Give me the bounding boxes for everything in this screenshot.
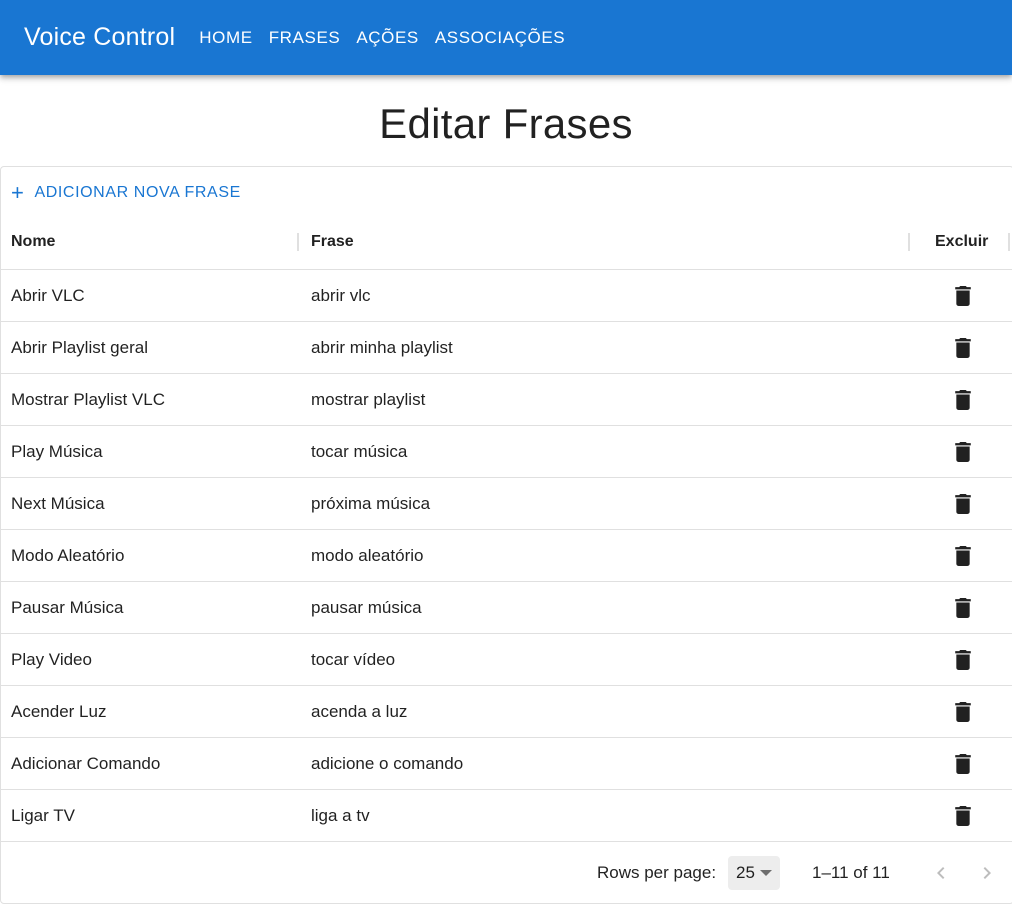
trash-icon[interactable] [954,286,972,306]
cell-frase[interactable]: tocar vídeo [311,634,395,685]
table-row[interactable]: Play Video tocar vídeo [1,634,1012,686]
column-header-nome[interactable]: Nome [11,215,55,269]
app-brand[interactable]: Voice Control [24,25,175,50]
cell-nome[interactable]: Adicionar Comando [11,738,160,789]
cell-nome[interactable]: Play Música [11,426,103,477]
column-separator[interactable] [1008,233,1010,251]
cell-nome[interactable]: Modo Aleatório [11,530,124,581]
cell-nome[interactable]: Next Música [11,478,105,529]
table-row[interactable]: Ligar TV liga a tv [1,790,1012,842]
cell-frase[interactable]: abrir vlc [311,270,371,321]
table-row[interactable]: Acender Luz acenda a luz [1,686,1012,738]
rows-per-page-select[interactable]: 25 [728,856,780,890]
cell-frase[interactable]: liga a tv [311,790,370,841]
trash-icon[interactable] [954,650,972,670]
pagination-range: 1–11 of 11 [812,863,890,882]
nav-frases-button[interactable]: FRASES [261,22,349,54]
trash-icon[interactable] [954,702,972,722]
cell-frase[interactable]: acenda a luz [311,686,407,737]
cell-frase[interactable]: abrir minha playlist [311,322,453,373]
column-separator[interactable] [908,233,910,251]
cell-nome[interactable]: Pausar Música [11,582,123,633]
trash-icon[interactable] [954,598,972,618]
table-footer: Rows per page: 25 1–11 of 11 [1,843,1012,903]
chevron-left-icon[interactable] [929,861,953,885]
column-header-frase[interactable]: Frase [311,215,354,269]
cell-nome[interactable]: Play Video [11,634,92,685]
rows-per-page-value: 25 [736,863,755,882]
trash-icon[interactable] [954,546,972,566]
cell-nome[interactable]: Abrir VLC [11,270,85,321]
table-row[interactable]: Abrir VLC abrir vlc [1,270,1012,322]
table-row[interactable]: Pausar Música pausar música [1,582,1012,634]
add-phrase-label: ADICIONAR NOVA FRASE [34,184,241,201]
trash-icon[interactable] [954,754,972,774]
plus-icon: + [11,180,25,205]
column-header-excluir[interactable]: Excluir [935,215,988,269]
nav-home-button[interactable]: HOME [191,22,260,54]
page-title: Editar Frases [379,100,633,147]
cell-nome[interactable]: Abrir Playlist geral [11,322,148,373]
cell-nome[interactable]: Acender Luz [11,686,106,737]
cell-frase[interactable]: próxima música [311,478,430,529]
table-row[interactable]: Abrir Playlist geral abrir minha playlist [1,322,1012,374]
trash-icon[interactable] [954,494,972,514]
nav-associacoes-button[interactable]: ASSOCIAÇÕES [427,22,573,54]
cell-frase[interactable]: mostrar playlist [311,374,425,425]
table-row[interactable]: Mostrar Playlist VLC mostrar playlist [1,374,1012,426]
rows-per-page-label: Rows per page: [597,863,717,882]
trash-icon[interactable] [954,806,972,826]
data-grid: + ADICIONAR NOVA FRASE Nome Frase Exclui… [0,166,1012,904]
caret-down-icon [760,870,772,876]
table-header: Nome Frase Excluir [1,215,1012,270]
cell-frase[interactable]: adicione o comando [311,738,463,789]
table-row[interactable]: Adicionar Comando adicione o comando [1,738,1012,790]
cell-frase[interactable]: modo aleatório [311,530,423,581]
column-separator[interactable] [297,233,299,251]
app-bar: Voice Control HOME FRASES AÇÕES ASSOCIAÇ… [0,0,1012,75]
table-row[interactable]: Modo Aleatório modo aleatório [1,530,1012,582]
chevron-right-icon[interactable] [975,861,999,885]
cell-nome[interactable]: Mostrar Playlist VLC [11,374,165,425]
nav-acoes-button[interactable]: AÇÕES [348,22,427,54]
add-phrase-button[interactable]: + ADICIONAR NOVA FRASE [5,171,247,215]
trash-icon[interactable] [954,390,972,410]
cell-nome[interactable]: Ligar TV [11,790,75,841]
trash-icon[interactable] [954,442,972,462]
trash-icon[interactable] [954,338,972,358]
table-row[interactable]: Next Música próxima música [1,478,1012,530]
cell-frase[interactable]: tocar música [311,426,407,477]
cell-frase[interactable]: pausar música [311,582,422,633]
table-row[interactable]: Play Música tocar música [1,426,1012,478]
